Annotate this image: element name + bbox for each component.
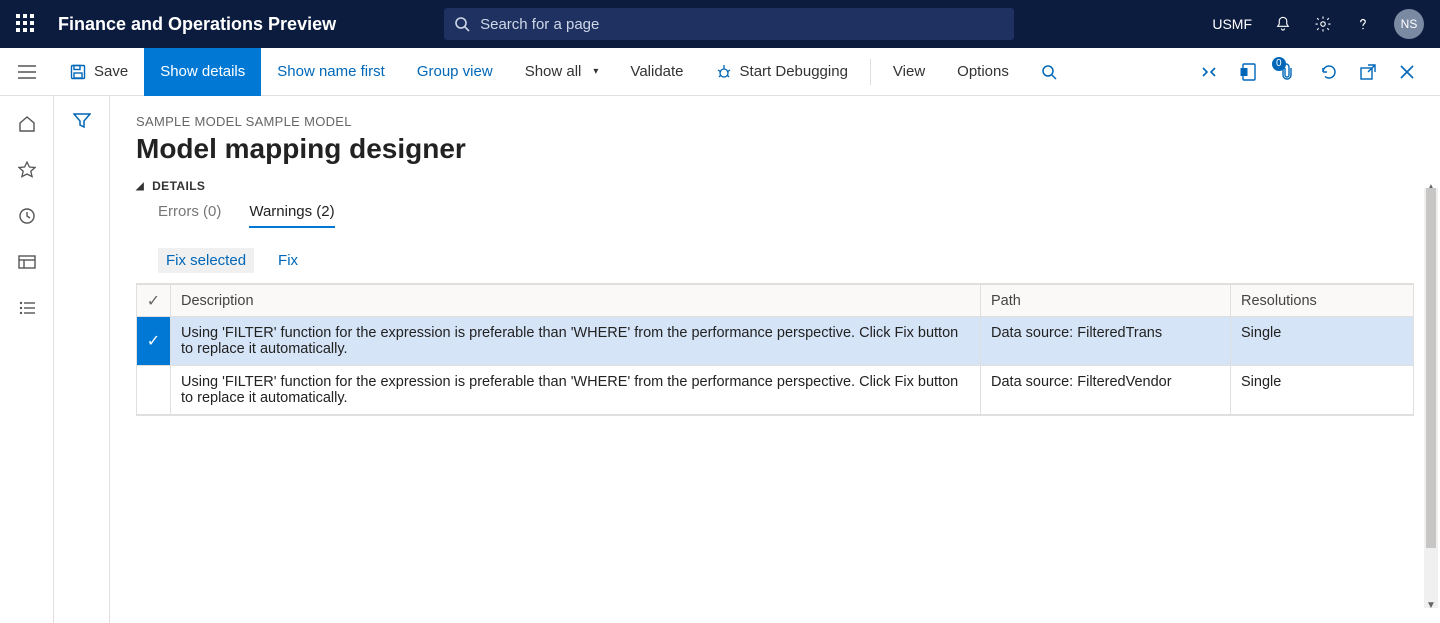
notifications-icon[interactable] — [1274, 15, 1292, 33]
cell-description[interactable]: Using 'FILTER' function for the expressi… — [171, 366, 981, 415]
details-tabs: Errors (0) Warnings (2) — [136, 203, 1414, 228]
row-select-cell[interactable] — [137, 366, 171, 415]
cell-resolutions[interactable]: Single — [1231, 317, 1414, 366]
table-row[interactable]: Using 'FILTER' function for the expressi… — [137, 366, 1414, 415]
warnings-actions: Fix selected Fix — [136, 248, 1414, 273]
tab-errors[interactable]: Errors (0) — [158, 203, 221, 228]
group-view-button[interactable]: Group view — [401, 48, 509, 96]
scroll-thumb[interactable] — [1426, 188, 1436, 548]
details-section-header[interactable]: ◢ DETAILS — [136, 179, 1414, 193]
app-launcher-icon[interactable] — [16, 14, 36, 34]
home-icon[interactable] — [17, 114, 37, 134]
global-search-input[interactable] — [480, 16, 1004, 33]
table-row[interactable]: ✓ Using 'FILTER' function for the expres… — [137, 317, 1414, 366]
col-resolutions[interactable]: Resolutions — [1231, 285, 1414, 317]
content-area: SAMPLE MODEL SAMPLE MODEL Model mapping … — [110, 96, 1440, 623]
table-header-row: ✓ Description Path Resolutions — [137, 285, 1414, 317]
find-button[interactable] — [1025, 48, 1073, 96]
modules-list-icon[interactable] — [17, 298, 37, 318]
options-menu[interactable]: Options — [941, 48, 1025, 96]
checkmark-icon: ✓ — [147, 333, 160, 350]
show-all-dropdown[interactable]: Show all▾ — [509, 48, 615, 96]
chevron-down-icon: ▾ — [593, 66, 598, 77]
fix-selected-button[interactable]: Fix selected — [158, 248, 254, 273]
row-select-cell[interactable]: ✓ — [137, 317, 171, 366]
recent-clock-icon[interactable] — [17, 206, 37, 226]
filter-pane — [54, 96, 110, 623]
product-title: Finance and Operations Preview — [58, 14, 336, 35]
scroll-down-arrow-icon[interactable]: ▼ — [1424, 600, 1438, 614]
cell-path[interactable]: Data source: FilteredVendor — [981, 366, 1231, 415]
fix-button[interactable]: Fix — [270, 248, 306, 273]
debug-icon — [716, 64, 732, 80]
start-debugging-button[interactable]: Start Debugging — [700, 48, 864, 96]
filter-icon[interactable] — [73, 112, 91, 623]
warnings-grid: ✓ Description Path Resolutions ✓ Using '… — [136, 283, 1414, 416]
global-nav-bar: Finance and Operations Preview USMF NS — [0, 0, 1440, 48]
view-menu[interactable]: View — [877, 48, 941, 96]
settings-gear-icon[interactable] — [1314, 15, 1332, 33]
global-search[interactable] — [444, 8, 1014, 40]
left-nav-rail — [0, 96, 54, 623]
vertical-scrollbar[interactable]: ▲ ▼ — [1424, 188, 1438, 608]
attachments-icon[interactable]: 0 — [1280, 63, 1302, 81]
validate-button[interactable]: Validate — [614, 48, 699, 96]
col-description[interactable]: Description — [171, 285, 981, 317]
workspaces-icon[interactable] — [17, 252, 37, 272]
cell-resolutions[interactable]: Single — [1231, 366, 1414, 415]
save-button[interactable]: Save — [54, 48, 144, 96]
user-avatar[interactable]: NS — [1394, 9, 1424, 39]
action-pane: Save Show details Show name first Group … — [0, 48, 1440, 96]
breadcrumb: SAMPLE MODEL SAMPLE MODEL — [136, 114, 1414, 129]
close-icon[interactable] — [1400, 65, 1422, 79]
save-icon — [70, 64, 86, 80]
collapse-triangle-icon: ◢ — [136, 181, 144, 192]
company-picker[interactable]: USMF — [1212, 16, 1252, 32]
page-title: Model mapping designer — [136, 133, 1414, 165]
main-region: SAMPLE MODEL SAMPLE MODEL Model mapping … — [0, 96, 1440, 623]
office-addin-icon[interactable] — [1240, 63, 1262, 81]
separator — [870, 59, 871, 85]
col-path[interactable]: Path — [981, 285, 1231, 317]
cell-path[interactable]: Data source: FilteredTrans — [981, 317, 1231, 366]
search-icon — [454, 16, 470, 32]
show-name-first-button[interactable]: Show name first — [261, 48, 401, 96]
help-icon[interactable] — [1354, 15, 1372, 33]
favorites-star-icon[interactable] — [17, 160, 37, 180]
tab-warnings[interactable]: Warnings (2) — [249, 203, 334, 228]
checkmark-icon: ✓ — [147, 293, 160, 310]
show-details-button[interactable]: Show details — [144, 48, 261, 96]
popout-icon[interactable] — [1360, 64, 1382, 80]
cell-description[interactable]: Using 'FILTER' function for the expressi… — [171, 317, 981, 366]
search-icon — [1041, 64, 1057, 80]
connector-icon[interactable] — [1200, 65, 1222, 79]
refresh-icon[interactable] — [1320, 63, 1342, 81]
select-all-header[interactable]: ✓ — [137, 285, 171, 317]
attachments-badge: 0 — [1272, 57, 1286, 71]
nav-toggle-icon[interactable] — [0, 65, 54, 79]
